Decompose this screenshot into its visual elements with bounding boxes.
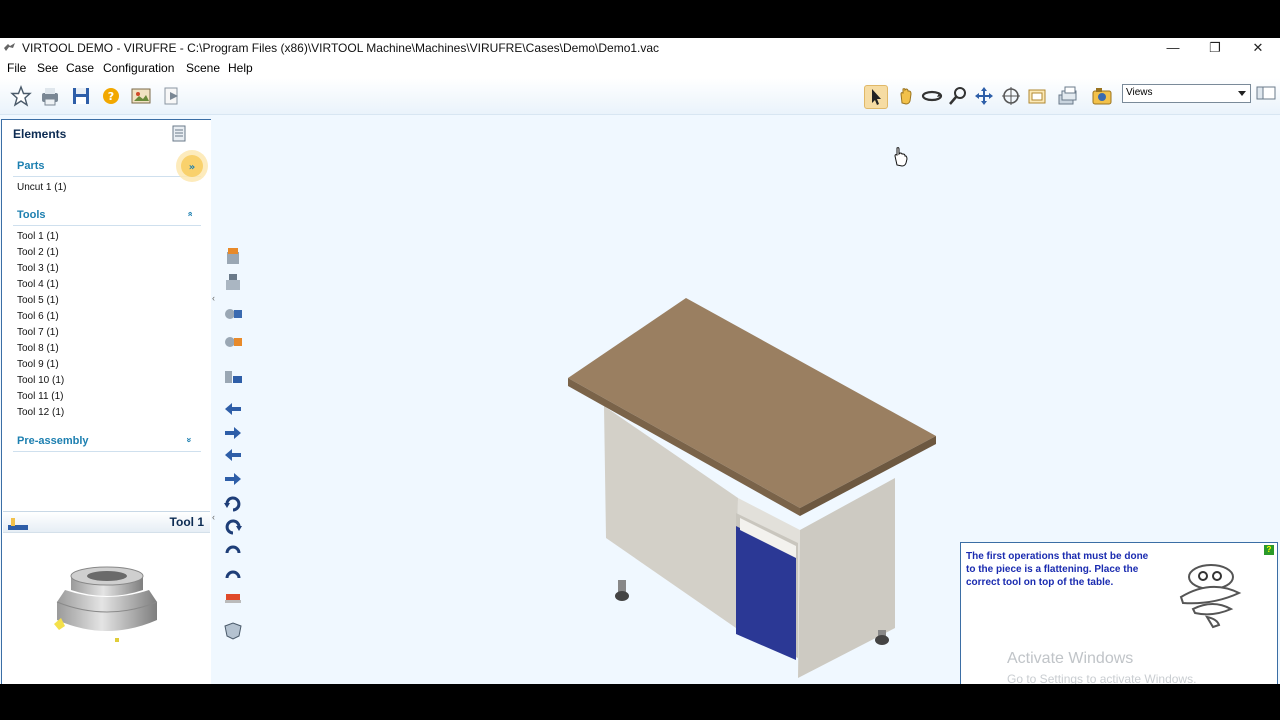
arrow-right-icon[interactable] xyxy=(222,423,244,443)
close-button[interactable]: ✕ xyxy=(1236,38,1280,58)
shield-icon[interactable] xyxy=(222,620,244,640)
menu-configuration[interactable]: Configuration xyxy=(103,61,174,75)
arrow-left-icon[interactable] xyxy=(222,445,244,465)
spindle-icon[interactable] xyxy=(222,272,244,292)
expand-preassembly-icon[interactable]: » xyxy=(185,437,195,442)
part-item[interactable]: Uncut 1 (1) xyxy=(17,182,66,193)
tool-item[interactable]: Tool 10 (1) xyxy=(17,375,64,386)
mascot-icon xyxy=(1179,564,1242,629)
move-icon[interactable] xyxy=(973,85,995,107)
hint-help-button[interactable]: ? xyxy=(1264,545,1274,555)
tool-item[interactable]: Tool 9 (1) xyxy=(17,359,59,370)
rotate-ccw-icon[interactable] xyxy=(222,493,244,513)
rotate-cw-icon[interactable] xyxy=(222,562,244,582)
title-bar: VIRTOOL DEMO - VIRUFRE - C:\Program File… xyxy=(0,38,1280,58)
restore-button[interactable]: ❐ xyxy=(1193,38,1237,58)
rotate-ccw-icon[interactable] xyxy=(222,539,244,559)
target-icon[interactable] xyxy=(1000,85,1022,107)
tool-item[interactable]: Tool 7 (1) xyxy=(17,327,59,338)
tool-item[interactable]: Tool 2 (1) xyxy=(17,247,59,258)
activate-windows-title: Activate Windows xyxy=(1007,650,1134,667)
views-select[interactable]: Views xyxy=(1122,84,1251,103)
menu-file[interactable]: File xyxy=(7,61,26,75)
tool-holder-icon[interactable] xyxy=(222,246,244,266)
preassembly-section-header[interactable]: Pre-assembly xyxy=(17,435,89,447)
hand-pan-icon[interactable] xyxy=(895,85,917,107)
operations-toolbar xyxy=(219,118,247,678)
parts-divider xyxy=(13,176,201,177)
window-title: VIRTOOL DEMO - VIRUFRE - C:\Program File… xyxy=(22,41,660,55)
play-icon[interactable] xyxy=(161,85,183,107)
tool-change-icon[interactable] xyxy=(222,304,244,324)
collapse-parts-highlight-icon[interactable]: » xyxy=(174,148,210,184)
window-layout-icon[interactable] xyxy=(1256,86,1276,100)
preassembly-divider xyxy=(13,451,201,452)
fit-view-icon[interactable] xyxy=(1026,85,1048,107)
tool-item[interactable]: Tool 3 (1) xyxy=(17,263,59,274)
elements-panel: Elements Parts » Uncut 1 (1) Tools » Too… xyxy=(1,119,212,684)
parts-section-header[interactable]: Parts xyxy=(17,160,45,172)
layers-icon[interactable] xyxy=(1056,85,1078,107)
arrow-left-icon[interactable] xyxy=(222,399,244,419)
tool-item[interactable]: Tool 4 (1) xyxy=(17,279,59,290)
splitter-arrow-icon[interactable]: ‹ xyxy=(212,512,215,522)
menu-scene[interactable]: Scene xyxy=(186,61,220,75)
minimize-button[interactable]: — xyxy=(1151,38,1195,58)
favorite-icon[interactable] xyxy=(10,85,32,107)
rotate-cw-icon[interactable] xyxy=(222,516,244,536)
hint-text: The first operations that must be done t… xyxy=(966,551,1149,588)
3d-table-model xyxy=(568,298,936,678)
hand-cursor-icon xyxy=(894,147,908,167)
help-icon[interactable]: ? xyxy=(100,85,122,107)
select-pointer-icon[interactable] xyxy=(864,85,888,109)
save-icon[interactable] xyxy=(70,85,92,107)
arrow-right-icon[interactable] xyxy=(222,469,244,489)
tool-item[interactable]: Tool 1 (1) xyxy=(17,231,59,242)
activate-windows-subtitle: Go to Settings to activate Windows. xyxy=(1007,672,1197,684)
menu-see[interactable]: See xyxy=(37,61,58,75)
tools-divider xyxy=(13,225,201,226)
menu-bar: File See Case Configuration Scene Help xyxy=(0,58,1280,78)
clamp-icon[interactable] xyxy=(222,365,244,385)
app-icon xyxy=(4,43,15,51)
zoom-icon[interactable] xyxy=(947,85,969,107)
tool-item[interactable]: Tool 8 (1) xyxy=(17,343,59,354)
splitter-arrow-icon[interactable]: ‹ xyxy=(212,293,215,303)
tools-section-header[interactable]: Tools xyxy=(17,209,46,221)
chevron-down-icon xyxy=(1238,91,1246,96)
stop-icon[interactable] xyxy=(222,586,244,606)
collapse-tools-icon[interactable]: » xyxy=(185,211,195,216)
tool-item[interactable]: Tool 6 (1) xyxy=(17,311,59,322)
tool-item[interactable]: Tool 5 (1) xyxy=(17,295,59,306)
tool-item[interactable]: Tool 12 (1) xyxy=(17,407,64,418)
svg-text:»: » xyxy=(189,162,195,173)
rotate-icon[interactable] xyxy=(921,85,943,107)
list-view-icon[interactable] xyxy=(172,125,188,143)
app-window: VIRTOOL DEMO - VIRUFRE - C:\Program File… xyxy=(0,38,1280,684)
tool-swap-icon[interactable] xyxy=(222,332,244,352)
tool-item[interactable]: Tool 11 (1) xyxy=(17,391,64,402)
panel-splitter[interactable]: ‹ ‹ xyxy=(211,119,217,684)
tool-3d-preview-image xyxy=(54,566,158,642)
print-icon[interactable] xyxy=(39,85,61,107)
svg-text:?: ? xyxy=(108,90,114,103)
tool-preview: Tool 1 xyxy=(3,511,210,684)
image-icon[interactable] xyxy=(130,85,152,107)
menu-help[interactable]: Help xyxy=(228,61,253,75)
camera-icon[interactable] xyxy=(1091,85,1113,107)
tool-type-icon xyxy=(8,518,28,530)
elements-panel-title: Elements xyxy=(13,127,67,141)
selected-tool-label: Tool 1 xyxy=(169,515,204,529)
main-toolbar: ? xyxy=(0,78,1280,115)
menu-case[interactable]: Case xyxy=(66,61,94,75)
